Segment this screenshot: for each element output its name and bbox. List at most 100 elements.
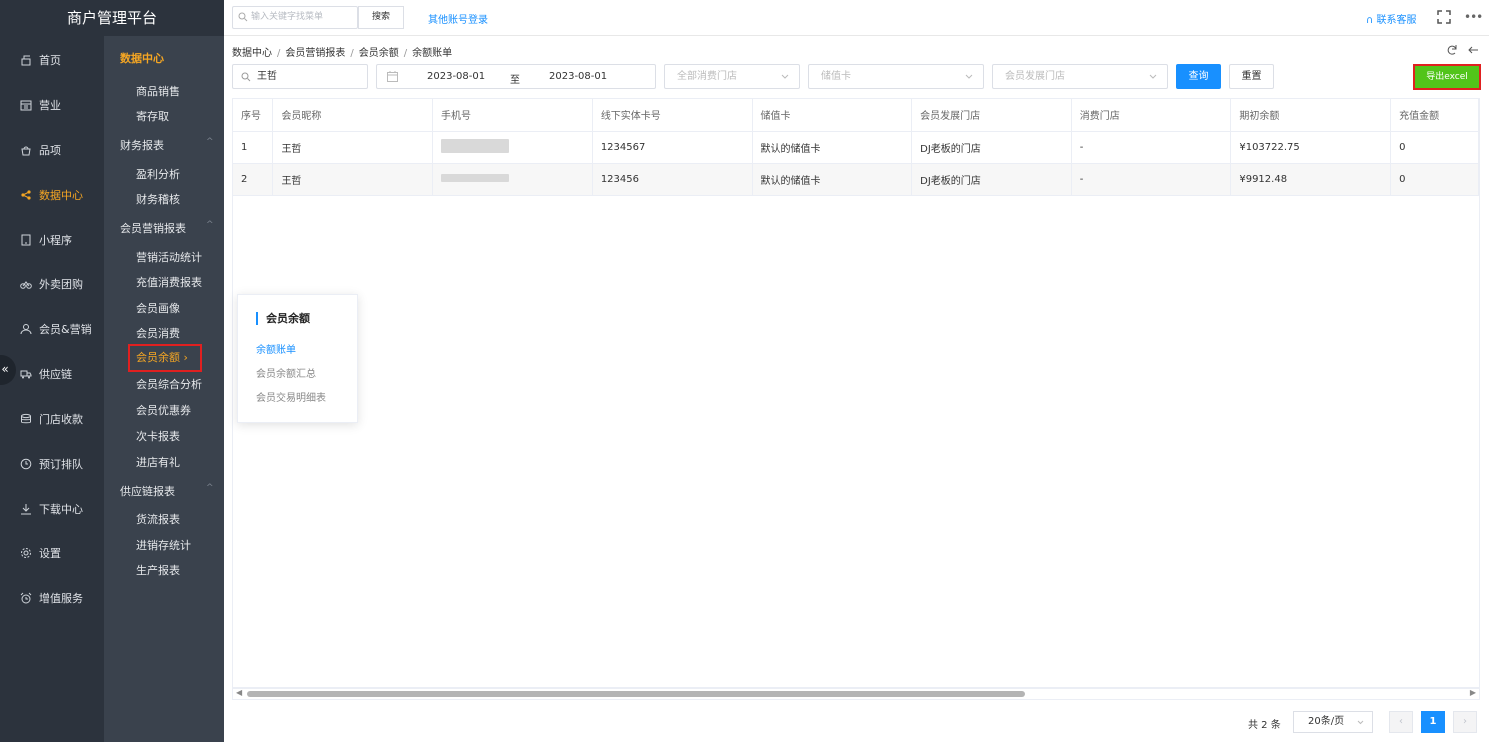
nav-item-payment[interactable]: 门店收款 (0, 397, 104, 441)
cell-nickname: 王哲 (272, 131, 434, 164)
column-header: 期初余额 (1230, 99, 1392, 132)
scroll-right-icon[interactable]: ▶ (1470, 688, 1476, 697)
subnav-item-visit-gift[interactable]: 进店有礼 (136, 454, 180, 470)
subnav-group-finance[interactable]: 财务报表 ^ (120, 137, 214, 153)
bike-icon (20, 278, 32, 290)
breadcrumb-item[interactable]: 数据中心 (232, 48, 272, 59)
subnav-group-supply[interactable]: 供应链报表 ^ (120, 483, 214, 499)
next-page-button[interactable]: › (1453, 711, 1477, 733)
nav-label: 供应链 (39, 368, 72, 381)
page-1-button[interactable]: 1 (1421, 711, 1445, 733)
cell-nickname: 王哲 (272, 163, 434, 196)
subnav-item-goods-flow[interactable]: 货流报表 (136, 511, 180, 527)
popover-item-balance-summary[interactable]: 会员余额汇总 (256, 365, 316, 380)
nav-label: 外卖团购 (39, 278, 83, 291)
nav-item-data-center[interactable]: 数据中心 (0, 173, 104, 217)
subnav-item-profit[interactable]: 盈利分析 (136, 166, 180, 182)
breadcrumb-item[interactable]: 会员余额 (359, 48, 399, 59)
gear-icon (20, 547, 32, 559)
nav-item-mini-program[interactable]: 小程序 (0, 218, 104, 262)
breadcrumb-item[interactable]: 会员营销报表 (285, 48, 345, 59)
menu-search-input[interactable]: 输入关键字找菜单 (232, 6, 358, 29)
nav-item-items[interactable]: 品项 (0, 128, 104, 172)
cell-stored-card: 默认的储值卡 (752, 163, 913, 196)
nav-item-business[interactable]: 营业 (0, 83, 104, 127)
wallet-icon (20, 413, 32, 425)
consume-store-select[interactable]: 全部消费门店 (664, 64, 800, 89)
caret-up-icon: ^ (206, 483, 214, 493)
nav-label: 设置 (39, 547, 61, 560)
headset-icon: ∩ (1366, 15, 1377, 26)
nav-label: 预订排队 (39, 458, 83, 471)
export-excel-button[interactable]: 导出excel (1417, 68, 1477, 86)
nav-item-settings[interactable]: 设置 (0, 531, 104, 575)
subnav-item-product-sales[interactable]: 商品销售 (136, 83, 180, 99)
nav-item-value-added[interactable]: 增值服务 (0, 576, 104, 620)
refresh-icon[interactable] (1446, 44, 1458, 56)
stored-card-select[interactable]: 储值卡 (808, 64, 984, 89)
query-button[interactable]: 查询 (1176, 64, 1221, 89)
nav-item-supply[interactable]: 供应链 (0, 352, 104, 396)
subnav-item-member-balance[interactable]: 会员余额 › (128, 344, 202, 372)
subnav-item-member-analysis[interactable]: 会员综合分析 (136, 376, 202, 392)
table-row[interactable]: 2 王哲 123456 默认的储值卡 DJ老板的门店 - ¥9912.48 0 (233, 163, 1479, 196)
subnav-item-member-consumption[interactable]: 会员消费 (136, 325, 180, 341)
develop-store-select[interactable]: 会员发展门店 (992, 64, 1168, 89)
back-arrow-icon[interactable] (1467, 44, 1479, 56)
horizontal-scrollbar[interactable]: ◀ ▶ (232, 688, 1480, 700)
scrollbar-thumb[interactable] (247, 691, 1025, 697)
subnav-group-member-marketing[interactable]: 会员营销报表 ^ (120, 220, 214, 236)
subnav-group-label: 会员营销报表 (120, 222, 186, 235)
nav-item-reservation[interactable]: 预订排队 (0, 442, 104, 486)
nav-item-member[interactable]: 会员&营销 (0, 307, 104, 351)
select-placeholder: 全部消费门店 (677, 71, 737, 82)
cell-recharge: 0 (1390, 163, 1479, 196)
table-row[interactable]: 1 王哲 1234567 默认的储值卡 DJ老板的门店 - ¥103722.75… (233, 131, 1479, 164)
member-name-input[interactable]: 王哲 (232, 64, 368, 89)
nav-label: 数据中心 (39, 189, 83, 202)
subnav-item-recharge-report[interactable]: 充值消费报表 (136, 274, 202, 290)
popover-item-balance-bill[interactable]: 余额账单 (256, 341, 296, 356)
reset-button[interactable]: 重置 (1229, 64, 1274, 89)
breadcrumb-item: 余额账单 (412, 48, 453, 59)
table-header-row: 序号 会员昵称 手机号 线下实体卡号 储值卡 会员发展门店 消费门店 期初余额 … (233, 99, 1479, 132)
prev-page-button[interactable]: ‹ (1389, 711, 1413, 733)
scroll-left-icon[interactable]: ◀ (236, 688, 242, 697)
subnav-item-campaign-stats[interactable]: 营销活动统计 (136, 249, 202, 265)
cell-phone (432, 131, 593, 164)
contact-support-link[interactable]: ∩ 联系客服 (1366, 11, 1417, 26)
caret-up-icon: ^ (206, 137, 214, 147)
subnav-item-coupons[interactable]: 会员优惠券 (136, 402, 191, 418)
cell-consume-store: - (1071, 163, 1232, 196)
fullscreen-icon[interactable] (1437, 10, 1451, 24)
nav-item-home[interactable]: 首页 (0, 38, 104, 82)
subnav-group-label: 财务报表 (120, 139, 164, 152)
subnav-header[interactable]: 数据中心 (120, 50, 164, 66)
popover-item-transaction-detail[interactable]: 会员交易明细表 (256, 389, 326, 404)
page-size-select[interactable]: 20条/页 (1293, 711, 1373, 733)
subnav-item-inventory[interactable]: 进销存统计 (136, 537, 191, 553)
subnav-group-label: 供应链报表 (120, 485, 175, 498)
chevron-down-icon (1357, 720, 1364, 725)
nav-label: 营业 (39, 99, 61, 112)
more-icon[interactable]: ••• (1464, 10, 1483, 24)
date-range-picker[interactable]: 2023-08-01 至 2023-08-01 (376, 64, 656, 89)
column-header: 充值金额 (1390, 99, 1479, 132)
subnav-item-member-profile[interactable]: 会员画像 (136, 300, 180, 316)
search-icon (238, 12, 248, 22)
cell-opening-balance: ¥9912.48 (1230, 163, 1392, 196)
subnav-item-times-card[interactable]: 次卡报表 (136, 428, 180, 444)
other-account-login-link[interactable]: 其他账号登录 (428, 11, 488, 26)
member-name-value: 王哲 (257, 71, 277, 82)
alarm-icon (20, 592, 32, 604)
nav-item-takeout[interactable]: 外卖团购 (0, 262, 104, 306)
subnav-item-audit[interactable]: 财务稽核 (136, 191, 180, 207)
menu-search-button[interactable]: 搜索 (358, 6, 404, 29)
subnav-item-production[interactable]: 生产报表 (136, 562, 180, 578)
column-header: 储值卡 (752, 99, 913, 132)
nav-item-download[interactable]: 下载中心 (0, 487, 104, 531)
export-excel-highlight: 导出excel (1413, 64, 1481, 90)
nav-label: 首页 (39, 54, 61, 67)
subnav-item-storage[interactable]: 寄存取 (136, 108, 169, 124)
cell-card-no: 1234567 (592, 131, 753, 164)
